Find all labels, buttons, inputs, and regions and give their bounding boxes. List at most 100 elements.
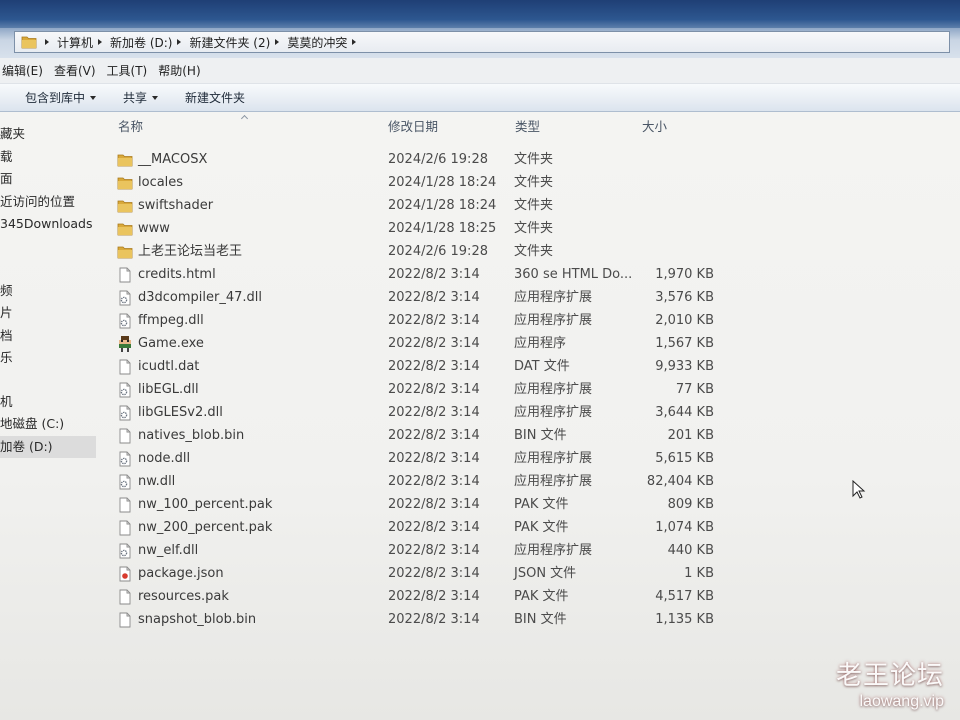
navigation-item[interactable]: 频 xyxy=(0,280,96,303)
navigation-item[interactable]: 面 xyxy=(0,168,96,191)
include-in-library-button[interactable]: 包含到库中 xyxy=(25,89,97,106)
new-folder-button[interactable]: 新建文件夹 xyxy=(185,89,245,106)
file-name: icudtl.dat xyxy=(138,359,200,374)
address-segment-drive-d[interactable]: 新加卷 (D:) xyxy=(110,34,172,51)
file-name: Game.exe xyxy=(138,336,204,351)
file-name: 上老王论坛当老王 xyxy=(138,244,243,259)
file-row[interactable]: package.json 2022/8/2 3:14 JSON 文件 1 KB xyxy=(110,562,810,585)
file-row[interactable]: node.dll 2022/8/2 3:14 应用程序扩展 5,615 KB xyxy=(110,447,810,470)
navigation-item[interactable]: 片 xyxy=(0,302,96,325)
file-type: 应用程序 xyxy=(514,336,567,351)
file-type: PAK 文件 xyxy=(514,497,569,512)
chevron-right-icon[interactable] xyxy=(352,39,357,45)
document-icon xyxy=(117,611,133,628)
menu-tools[interactable]: 工具(T) xyxy=(107,62,148,79)
file-row[interactable]: nw_100_percent.pak 2022/8/2 3:14 PAK 文件 809… xyxy=(110,493,810,516)
dll-file-icon xyxy=(117,381,133,398)
file-type: 文件夹 xyxy=(514,152,554,167)
file-row[interactable]: Game.exe 2022/8/2 3:14 应用程序 1,567 KB xyxy=(110,332,810,355)
navigation-item[interactable]: 345Downloads xyxy=(0,213,96,236)
chevron-down-icon xyxy=(90,95,97,100)
file-type: 应用程序扩展 xyxy=(514,405,593,420)
navigation-item[interactable]: 地磁盘 (C:) xyxy=(0,413,96,436)
address-segment-new-folder-2[interactable]: 新建文件夹 (2) xyxy=(189,34,270,51)
column-header-size[interactable]: 大小 xyxy=(642,118,667,136)
file-row[interactable]: swiftshader 2024/1/28 18:24 文件夹 xyxy=(110,194,810,217)
game-exe-icon xyxy=(117,335,133,352)
file-row[interactable]: natives_blob.bin 2022/8/2 3:14 BIN 文件 201 K… xyxy=(110,424,810,447)
file-type: PAK 文件 xyxy=(514,589,569,604)
file-size: 2,010 KB xyxy=(655,313,714,328)
file-row[interactable]: credits.html 2022/8/2 3:14 360 se HTML Do.… xyxy=(110,263,810,286)
file-date: 2022/8/2 3:14 xyxy=(388,428,480,443)
navigation-item[interactable]: 档 xyxy=(0,325,96,348)
file-size: 82,404 KB xyxy=(646,474,714,489)
file-name: __MACOSX xyxy=(138,152,208,167)
file-date: 2022/8/2 3:14 xyxy=(388,612,480,627)
file-type: 应用程序扩展 xyxy=(514,474,593,489)
navigation-item[interactable]: 加卷 (D:) xyxy=(0,435,96,458)
watermark-title: 老王论坛 xyxy=(835,661,944,691)
navigation-item[interactable]: 载 xyxy=(0,146,96,169)
file-name: swiftshader xyxy=(138,198,214,213)
file-date: 2022/8/2 3:14 xyxy=(388,497,480,512)
menu-view[interactable]: 查看(V) xyxy=(54,62,96,79)
file-row[interactable]: nw.dll 2022/8/2 3:14 应用程序扩展 82,404 KB xyxy=(110,470,810,493)
column-header-date[interactable]: 修改日期 xyxy=(388,118,438,136)
watermark-site: laowang.vip xyxy=(859,693,945,710)
file-row[interactable]: locales 2024/1/28 18:24 文件夹 xyxy=(110,171,810,194)
folder-icon xyxy=(117,197,133,214)
folder-icon xyxy=(117,151,133,168)
file-row[interactable]: libGLESv2.dll 2022/8/2 3:14 应用程序扩展 3,644 KB xyxy=(110,401,810,424)
chevron-right-icon[interactable] xyxy=(275,39,280,45)
column-header-type[interactable]: 类型 xyxy=(515,118,540,136)
file-row[interactable]: d3dcompiler_47.dll 2022/8/2 3:14 应用程序扩展 3,5… xyxy=(110,286,810,309)
file-size: 77 KB xyxy=(675,382,714,397)
file-row[interactable]: www 2024/1/28 18:25 文件夹 xyxy=(110,217,810,240)
folder-icon xyxy=(117,220,133,237)
chevron-right-icon[interactable] xyxy=(177,39,182,45)
navigation-group: 藏夹载面近访问的位置 345Downloads xyxy=(0,123,96,236)
file-name: nw.dll xyxy=(138,474,176,489)
file-row[interactable]: __MACOSX 2024/2/6 19:28 文件夹 xyxy=(110,148,810,171)
file-date: 2022/8/2 3:14 xyxy=(388,474,480,489)
address-bar[interactable]: 计算机 新加卷 (D:) 新建文件夹 (2) 莫莫的冲突 xyxy=(14,31,950,53)
menu-bar: 编辑(E) 查看(V) 工具(T) 帮助(H) xyxy=(0,58,960,84)
file-name: www xyxy=(138,221,170,236)
file-type: 文件夹 xyxy=(514,198,554,213)
file-name: resources.pak xyxy=(138,589,229,604)
navigation-item[interactable]: 近访问的位置 xyxy=(0,191,96,214)
file-date: 2024/1/28 18:25 xyxy=(388,221,497,236)
file-row[interactable]: libEGL.dll 2022/8/2 3:14 应用程序扩展 77 KB xyxy=(110,378,810,401)
menu-help[interactable]: 帮助(H) xyxy=(158,62,200,79)
file-row[interactable]: resources.pak 2022/8/2 3:14 PAK 文件 4,517 KB xyxy=(110,585,810,608)
file-row[interactable]: snapshot_blob.bin 2022/8/2 3:14 BIN 文件 1,13… xyxy=(110,608,810,631)
file-name: snapshot_blob.bin xyxy=(138,612,257,627)
navigation-item[interactable]: 乐 xyxy=(0,347,96,370)
chevron-right-icon[interactable] xyxy=(45,39,49,45)
file-row[interactable]: nw_elf.dll 2022/8/2 3:14 应用程序扩展 440 KB xyxy=(110,539,810,562)
chevron-right-icon[interactable] xyxy=(98,39,103,45)
address-segment-current-folder[interactable]: 莫莫的冲突 xyxy=(287,34,347,51)
file-name: node.dll xyxy=(138,451,191,466)
file-row[interactable]: 上老王论坛当老王 2024/2/6 19:28 文件夹 xyxy=(110,240,810,263)
file-date: 2022/8/2 3:14 xyxy=(388,336,480,351)
file-row[interactable]: ffmpeg.dll 2022/8/2 3:14 应用程序扩展 2,010 KB xyxy=(110,309,810,332)
menu-edit[interactable]: 编辑(E) xyxy=(2,62,43,79)
file-size: 3,576 KB xyxy=(655,290,714,305)
navigation-item[interactable]: 藏夹 xyxy=(0,123,96,146)
file-list[interactable]: __MACOSX 2024/2/6 19:28 文件夹 locales 2024/1/2… xyxy=(110,148,810,631)
column-header-name[interactable]: 名称 xyxy=(118,118,143,136)
share-button[interactable]: 共享 xyxy=(123,89,159,106)
file-row[interactable]: nw_200_percent.pak 2022/8/2 3:14 PAK 文件 1,0… xyxy=(110,516,810,539)
address-segment-computer[interactable]: 计算机 xyxy=(57,34,93,51)
file-name: nw_100_percent.pak xyxy=(138,497,273,512)
navigation-pane[interactable]: 藏夹载面近访问的位置 345Downloads 频片档乐机地磁盘 (C:) 加卷 (D… xyxy=(0,112,96,720)
file-type: 文件夹 xyxy=(514,244,554,259)
file-row[interactable]: icudtl.dat 2022/8/2 3:14 DAT 文件 9,933 KB xyxy=(110,355,810,378)
document-icon xyxy=(117,588,133,605)
navigation-item[interactable]: 机 xyxy=(0,391,96,414)
file-date: 2022/8/2 3:14 xyxy=(388,359,480,374)
file-date: 2022/8/2 3:14 xyxy=(388,290,480,305)
file-type: JSON 文件 xyxy=(514,566,577,581)
